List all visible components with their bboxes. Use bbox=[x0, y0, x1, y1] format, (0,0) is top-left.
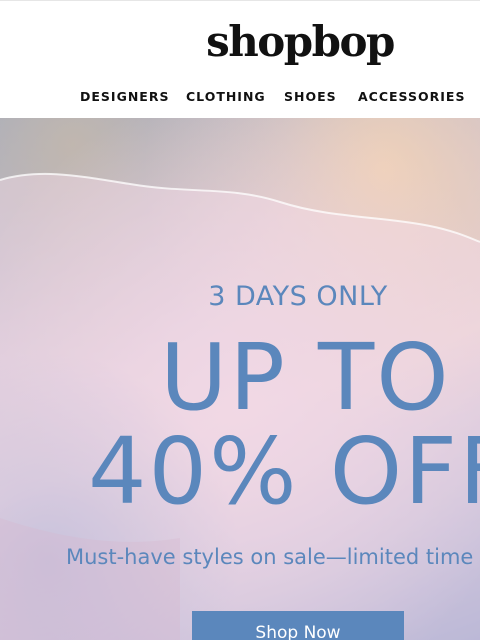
headline-line-1: UP TO bbox=[160, 324, 451, 431]
nav-designers[interactable]: DESIGNERS bbox=[80, 89, 169, 104]
nav-clothing[interactable]: CLOTHING bbox=[186, 89, 266, 104]
subheadline: Must-have styles on sale—limited time bbox=[66, 545, 474, 569]
shopbop-logo[interactable]: shopbop bbox=[0, 17, 480, 66]
nav-shoes[interactable]: SHOES bbox=[284, 89, 337, 104]
promo-eyebrow: 3 DAYS ONLY bbox=[208, 281, 388, 312]
shop-now-button[interactable]: Shop Now bbox=[192, 611, 404, 640]
headline-line-2: 40% OFF bbox=[88, 418, 480, 525]
site-header: shopbop DESIGNERS CLOTHING SHOES ACCESSO… bbox=[0, 0, 480, 118]
nav-accessories[interactable]: ACCESSORIES bbox=[358, 89, 465, 104]
sale-hero-banner[interactable]: 3 DAYS ONLY UP TO 40% OFF Must-have styl… bbox=[0, 118, 480, 640]
